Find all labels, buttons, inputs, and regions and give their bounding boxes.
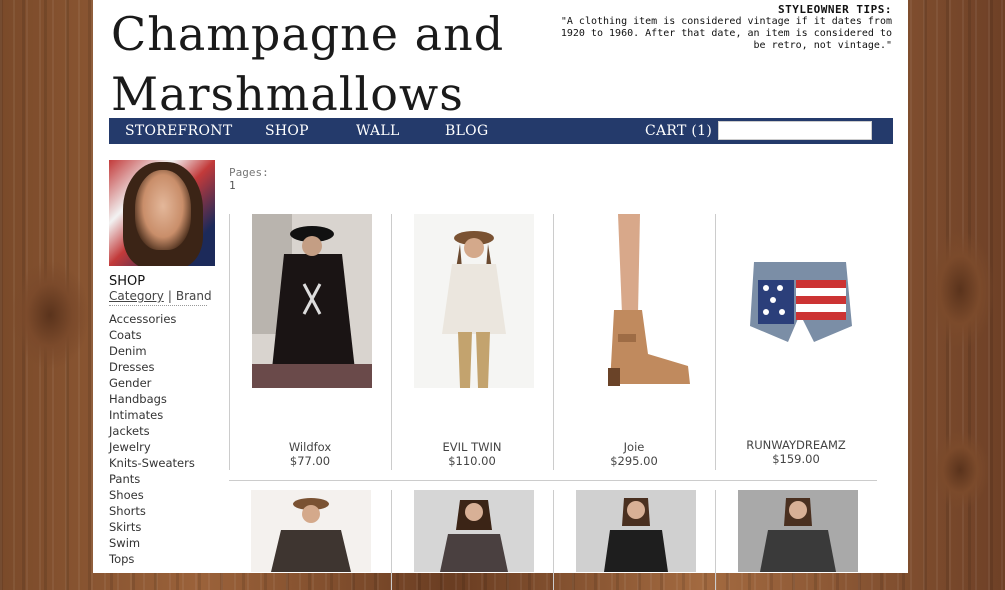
nav-wall[interactable]: WALL (356, 123, 400, 139)
category-item[interactable]: Accessories (109, 311, 219, 327)
product-image[interactable] (252, 214, 372, 388)
product-card[interactable]: EVIL TWIN $110.00 (391, 214, 552, 470)
category-item[interactable]: Jewelry (109, 439, 219, 455)
category-item[interactable]: Handbags (109, 391, 219, 407)
avatar[interactable] (109, 160, 215, 266)
product-price: $77.00 (289, 454, 331, 468)
page-container: Champagne and Marshmallows STYLEOWNER TI… (93, 0, 908, 590)
page-number-link[interactable]: 1 (229, 179, 879, 192)
category-item[interactable]: Shoes (109, 487, 219, 503)
wood-knot-decoration (925, 230, 995, 350)
product-brand[interactable]: EVIL TWIN (392, 440, 552, 454)
wood-knot-decoration (930, 430, 990, 510)
product-card[interactable] (553, 490, 714, 590)
category-item[interactable]: Dresses (109, 359, 219, 375)
styleowner-tips: STYLEOWNER TIPS: "A clothing item is con… (552, 4, 892, 52)
sidebar: SHOP Category | Brand Accessories Coats De… (109, 160, 219, 567)
product-card[interactable]: Joie $295.00 (553, 214, 714, 470)
filter-separator: | (167, 289, 172, 303)
product-image[interactable] (414, 490, 534, 572)
product-card[interactable]: Wildfox $77.00 (229, 214, 390, 470)
filter-category-link[interactable]: Category (109, 289, 164, 303)
category-item[interactable]: Gender (109, 375, 219, 391)
pages-label: Pages: (229, 166, 269, 179)
product-brand[interactable]: RUNWAYDREAMZ (716, 438, 876, 452)
product-content: Pages: 1 Wildfox $77.00 EVIL TWIN $110.0… (229, 166, 879, 590)
category-item[interactable]: Denim (109, 343, 219, 359)
category-item[interactable]: Knits-Sweaters (109, 455, 219, 471)
category-item[interactable]: Jackets (109, 423, 219, 439)
category-item[interactable]: Coats (109, 327, 219, 343)
logo-line-2: Marshmallows (111, 67, 464, 121)
main-nav: STOREFRONT SHOP WALL BLOG CART (1) (109, 118, 893, 144)
nav-shop[interactable]: SHOP (265, 123, 309, 139)
category-item[interactable]: Swim (109, 535, 219, 551)
product-image[interactable] (414, 214, 534, 388)
filter-brand-link[interactable]: Brand (176, 289, 212, 303)
shop-heading: SHOP (109, 274, 146, 289)
product-image[interactable] (738, 214, 858, 388)
nav-storefront[interactable]: STOREFRONT (125, 123, 233, 139)
tips-text: "A clothing item is considered vintage i… (560, 16, 892, 51)
category-item[interactable]: Pants (109, 471, 219, 487)
shop-filter-tabs: Category | Brand (109, 289, 212, 306)
product-card[interactable] (229, 490, 389, 590)
search-input[interactable] (718, 121, 872, 140)
tips-heading: STYLEOWNER TIPS: (778, 3, 892, 16)
logo-line-1: Champagne and (111, 7, 505, 61)
product-price: $110.00 (448, 454, 496, 468)
product-image[interactable] (576, 490, 696, 572)
product-card[interactable]: RUNWAYDREAMZ $159.00 (715, 214, 876, 470)
product-card[interactable] (715, 490, 876, 590)
avatar-face (135, 170, 191, 250)
product-image[interactable] (251, 490, 371, 572)
category-item[interactable]: Skirts (109, 519, 219, 535)
product-image[interactable] (738, 490, 858, 572)
product-price: $159.00 (772, 452, 820, 466)
wood-knot-decoration (10, 260, 90, 370)
site-logo[interactable]: Champagne and Marshmallows (111, 4, 511, 124)
product-image[interactable] (576, 214, 696, 388)
category-item[interactable]: Tops (109, 551, 219, 567)
product-card[interactable] (391, 490, 552, 590)
row-divider (229, 480, 877, 481)
nav-blog[interactable]: BLOG (445, 123, 488, 139)
nav-cart[interactable]: CART (1) (645, 123, 712, 139)
category-item[interactable]: Shorts (109, 503, 219, 519)
product-price: $295.00 (610, 454, 658, 468)
product-brand[interactable]: Joie (554, 440, 714, 454)
product-brand[interactable]: Wildfox (230, 440, 390, 454)
category-list: Accessories Coats Denim Dresses Gender H… (109, 311, 219, 567)
category-item[interactable]: Intimates (109, 407, 219, 423)
